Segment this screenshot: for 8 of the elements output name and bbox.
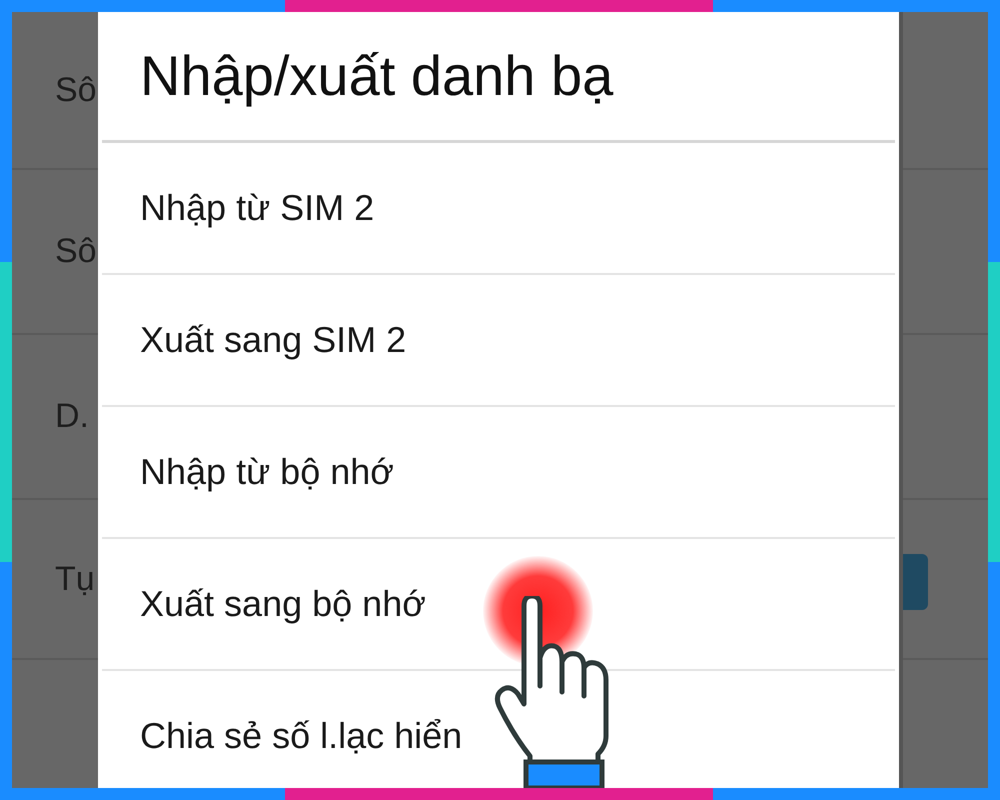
setting-label: Tụ bbox=[55, 558, 95, 600]
menu-item[interactable]: Nhập từ SIM 2 bbox=[98, 143, 899, 273]
menu-item[interactable]: Nhập từ bộ nhớ bbox=[98, 407, 899, 537]
setting-label: Sô bbox=[55, 70, 97, 110]
menu-item[interactable]: Chia sẻ số l.lạc hiển bbox=[98, 671, 899, 788]
setting-label: Sô bbox=[55, 231, 97, 272]
setting-label: D. bbox=[55, 396, 89, 437]
menu-item[interactable]: Xuất sang SIM 2 bbox=[98, 275, 899, 405]
